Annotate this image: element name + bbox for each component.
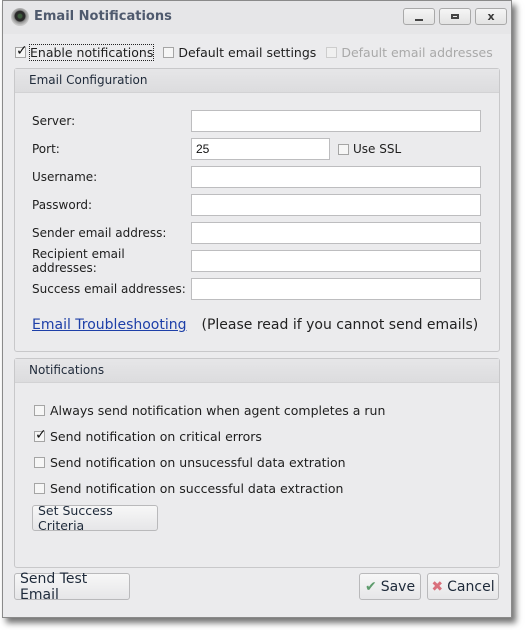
top-options-row: Enable notifications Default email setti…: [15, 43, 503, 61]
use-ssl-checkbox[interactable]: Use SSL: [338, 142, 401, 156]
unsuccessful-extraction-checkbox[interactable]: Send notification on unsucessful data ex…: [34, 455, 346, 470]
username-label: Username:: [32, 170, 98, 184]
troubleshooting-note: (Please read if you cannot send emails): [201, 317, 479, 333]
notifications-group: Notifications Always send notification w…: [14, 358, 500, 568]
sender-row: Sender email address:: [32, 222, 481, 244]
checkbox-unchecked-icon[interactable]: [163, 46, 175, 58]
checkbox-label: Default email settings: [178, 44, 317, 60]
checkbox-checked-icon[interactable]: [15, 43, 28, 59]
save-button[interactable]: ✔ Save: [359, 573, 421, 600]
checkbox-label: Enable notifications: [28, 43, 155, 61]
close-button[interactable]: x: [475, 8, 507, 25]
server-input[interactable]: [191, 110, 481, 132]
username-input[interactable]: [191, 166, 481, 188]
group-header: Notifications: [15, 359, 499, 383]
default-email-addresses-checkbox: Default email addresses: [326, 44, 493, 60]
password-row: Password:: [32, 194, 481, 216]
checkbox-label: Send notification on successful data ext…: [50, 481, 344, 496]
username-row: Username:: [32, 166, 481, 188]
cancel-button[interactable]: ✖ Cancel: [427, 573, 499, 600]
send-test-email-button[interactable]: Send Test Email: [14, 571, 130, 603]
checkbox-label: Send notification on unsucessful data ex…: [50, 455, 346, 470]
maximize-icon: [451, 14, 459, 19]
email-configuration-group: Email Configuration Server: Port: Use SS…: [14, 68, 500, 352]
cancel-x-icon: ✖: [431, 578, 444, 595]
app-icon: [11, 8, 29, 26]
success-emails-label: Success email addresses:: [32, 282, 186, 296]
always-notify-checkbox[interactable]: Always send notification when agent comp…: [34, 403, 385, 418]
checkbox-unchecked-icon[interactable]: [338, 143, 349, 155]
email-troubleshooting-link[interactable]: Email Troubleshooting: [32, 317, 187, 333]
recipient-emails-label: Recipient email addresses:: [32, 247, 125, 275]
port-label: Port:: [32, 142, 60, 156]
checkbox-label: Default email addresses: [341, 44, 493, 60]
sender-email-label: Sender email address:: [32, 226, 167, 240]
title-bar[interactable]: Email Notifications x: [3, 1, 511, 34]
minimize-button[interactable]: [403, 8, 435, 25]
password-label: Password:: [32, 198, 93, 212]
sender-email-input[interactable]: [191, 222, 481, 244]
email-notifications-dialog: Email Notifications x Enable notificatio…: [2, 0, 512, 618]
checkbox-label: Always send notification when agent comp…: [50, 403, 386, 418]
port-input[interactable]: [191, 138, 330, 160]
set-success-criteria-button[interactable]: Set Success Criteria: [32, 503, 158, 533]
checkbox-label: Send notification on critical errors: [50, 429, 262, 444]
critical-errors-checkbox[interactable]: Send notification on critical errors: [34, 427, 262, 444]
checkbox-unchecked-icon[interactable]: [34, 405, 45, 416]
recipient-emails-input[interactable]: [191, 250, 481, 272]
success-row: Success email addresses:: [32, 278, 481, 300]
successful-extraction-checkbox[interactable]: Send notification on successful data ext…: [34, 481, 343, 496]
group-header: Email Configuration: [15, 69, 499, 93]
checkbox-checked-icon[interactable]: [34, 427, 47, 443]
server-row: Server:: [32, 110, 481, 132]
checkbox-disabled-icon: [326, 46, 338, 58]
window-title: Email Notifications: [34, 9, 172, 24]
enable-notifications-checkbox[interactable]: Enable notifications: [15, 43, 155, 61]
checkbox-unchecked-icon[interactable]: [34, 483, 45, 494]
save-label: Save: [380, 578, 416, 595]
cancel-label: Cancel: [447, 578, 495, 595]
minimize-icon: [415, 18, 423, 21]
maximize-button[interactable]: [439, 8, 471, 25]
checkbox-unchecked-icon[interactable]: [34, 457, 45, 468]
server-label: Server:: [32, 114, 76, 128]
port-row: Port: Use SSL: [32, 138, 401, 160]
success-emails-input[interactable]: [191, 278, 481, 300]
checkmark-icon: ✔: [364, 578, 377, 595]
default-email-settings-checkbox[interactable]: Default email settings: [163, 45, 316, 60]
troubleshooting-row: Email Troubleshooting (Please read if yo…: [32, 317, 478, 333]
password-input[interactable]: [191, 194, 481, 216]
recipient-row: Recipient email addresses:: [32, 247, 481, 275]
close-icon: x: [487, 10, 495, 23]
use-ssl-label: Use SSL: [353, 142, 402, 156]
